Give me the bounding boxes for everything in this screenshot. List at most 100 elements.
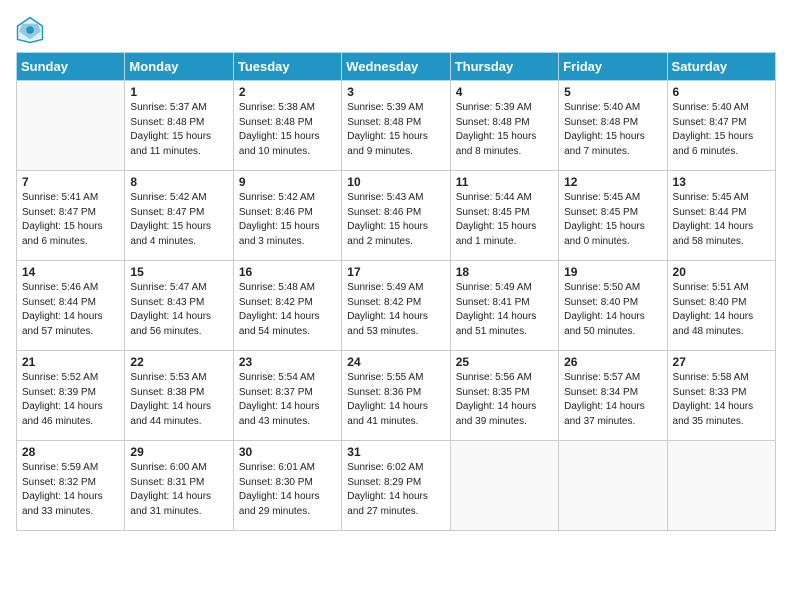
day-detail: Sunrise: 5:54 AMSunset: 8:37 PMDaylight:… bbox=[239, 371, 336, 429]
calendar-cell: 4 Sunrise: 5:39 AMSunset: 8:48 PMDaylight… bbox=[450, 81, 558, 171]
day-detail: Sunrise: 6:02 AMSunset: 8:29 PMDaylight:… bbox=[347, 461, 444, 519]
day-detail: Sunrise: 5:41 AMSunset: 8:47 PMDaylight:… bbox=[22, 191, 119, 249]
day-detail: Sunrise: 5:47 AMSunset: 8:43 PMDaylight:… bbox=[130, 281, 227, 339]
day-detail: Sunrise: 5:40 AMSunset: 8:48 PMDaylight:… bbox=[564, 101, 661, 159]
day-detail: Sunrise: 5:46 AMSunset: 8:44 PMDaylight:… bbox=[22, 281, 119, 339]
day-detail: Sunrise: 5:48 AMSunset: 8:42 PMDaylight:… bbox=[239, 281, 336, 339]
calendar-cell: 19 Sunrise: 5:50 AMSunset: 8:40 PMDayligh… bbox=[559, 261, 667, 351]
day-number: 25 bbox=[456, 355, 553, 369]
day-number: 28 bbox=[22, 445, 119, 459]
col-header-thursday: Thursday bbox=[450, 53, 558, 81]
day-number: 19 bbox=[564, 265, 661, 279]
day-detail: Sunrise: 5:45 AMSunset: 8:45 PMDaylight:… bbox=[564, 191, 661, 249]
calendar-cell: 17 Sunrise: 5:49 AMSunset: 8:42 PMDayligh… bbox=[342, 261, 450, 351]
day-detail: Sunrise: 5:53 AMSunset: 8:38 PMDaylight:… bbox=[130, 371, 227, 429]
calendar-cell bbox=[559, 441, 667, 531]
day-detail: Sunrise: 5:40 AMSunset: 8:47 PMDaylight:… bbox=[673, 101, 770, 159]
day-detail: Sunrise: 5:49 AMSunset: 8:42 PMDaylight:… bbox=[347, 281, 444, 339]
day-number: 17 bbox=[347, 265, 444, 279]
calendar-cell: 30 Sunrise: 6:01 AMSunset: 8:30 PMDayligh… bbox=[233, 441, 341, 531]
day-detail: Sunrise: 5:37 AMSunset: 8:48 PMDaylight:… bbox=[130, 101, 227, 159]
day-number: 24 bbox=[347, 355, 444, 369]
day-detail: Sunrise: 5:57 AMSunset: 8:34 PMDaylight:… bbox=[564, 371, 661, 429]
calendar-cell bbox=[17, 81, 125, 171]
calendar-cell: 9 Sunrise: 5:42 AMSunset: 8:46 PMDaylight… bbox=[233, 171, 341, 261]
day-number: 1 bbox=[130, 85, 227, 99]
logo-icon bbox=[16, 16, 44, 44]
calendar-table: SundayMondayTuesdayWednesdayThursdayFrid… bbox=[16, 52, 776, 531]
calendar-cell: 27 Sunrise: 5:58 AMSunset: 8:33 PMDayligh… bbox=[667, 351, 775, 441]
calendar-cell: 15Sunrise: 5:47 AMSunset: 8:43 PMDayligh… bbox=[125, 261, 233, 351]
calendar-week-3: 14 Sunrise: 5:46 AMSunset: 8:44 PMDayligh… bbox=[17, 261, 776, 351]
calendar-cell: 24 Sunrise: 5:55 AMSunset: 8:36 PMDayligh… bbox=[342, 351, 450, 441]
col-header-tuesday: Tuesday bbox=[233, 53, 341, 81]
day-number: 2 bbox=[239, 85, 336, 99]
day-number: 13 bbox=[673, 175, 770, 189]
day-number: 30 bbox=[239, 445, 336, 459]
day-number: 8 bbox=[130, 175, 227, 189]
day-detail: Sunrise: 5:50 AMSunset: 8:40 PMDaylight:… bbox=[564, 281, 661, 339]
day-number: 20 bbox=[673, 265, 770, 279]
day-number: 21 bbox=[22, 355, 119, 369]
calendar-cell: 28 Sunrise: 5:59 AMSunset: 8:32 PMDayligh… bbox=[17, 441, 125, 531]
calendar-cell: 6 Sunrise: 5:40 AMSunset: 8:47 PMDaylight… bbox=[667, 81, 775, 171]
day-detail: Sunrise: 5:42 AMSunset: 8:46 PMDaylight:… bbox=[239, 191, 336, 249]
day-number: 3 bbox=[347, 85, 444, 99]
calendar-cell: 3 Sunrise: 5:39 AMSunset: 8:48 PMDaylight… bbox=[342, 81, 450, 171]
calendar-cell: 18Sunrise: 5:49 AMSunset: 8:41 PMDayligh… bbox=[450, 261, 558, 351]
calendar-cell: 13 Sunrise: 5:45 AMSunset: 8:44 PMDayligh… bbox=[667, 171, 775, 261]
calendar-cell: 10 Sunrise: 5:43 AMSunset: 8:46 PMDayligh… bbox=[342, 171, 450, 261]
day-detail: Sunrise: 5:52 AMSunset: 8:39 PMDaylight:… bbox=[22, 371, 119, 429]
calendar-cell: 14 Sunrise: 5:46 AMSunset: 8:44 PMDayligh… bbox=[17, 261, 125, 351]
day-detail: Sunrise: 6:01 AMSunset: 8:30 PMDaylight:… bbox=[239, 461, 336, 519]
calendar-cell: 31 Sunrise: 6:02 AMSunset: 8:29 PMDayligh… bbox=[342, 441, 450, 531]
col-header-saturday: Saturday bbox=[667, 53, 775, 81]
calendar-cell: 8 Sunrise: 5:42 AMSunset: 8:47 PMDaylight… bbox=[125, 171, 233, 261]
day-detail: Sunrise: 5:39 AMSunset: 8:48 PMDaylight:… bbox=[347, 101, 444, 159]
calendar-week-4: 21 Sunrise: 5:52 AMSunset: 8:39 PMDayligh… bbox=[17, 351, 776, 441]
calendar-cell: 25 Sunrise: 5:56 AMSunset: 8:35 PMDayligh… bbox=[450, 351, 558, 441]
day-number: 29 bbox=[130, 445, 227, 459]
day-number: 9 bbox=[239, 175, 336, 189]
calendar-cell: 16 Sunrise: 5:48 AMSunset: 8:42 PMDayligh… bbox=[233, 261, 341, 351]
day-detail: Sunrise: 5:42 AMSunset: 8:47 PMDaylight:… bbox=[130, 191, 227, 249]
day-number: 5 bbox=[564, 85, 661, 99]
day-detail: Sunrise: 5:43 AMSunset: 8:46 PMDaylight:… bbox=[347, 191, 444, 249]
day-number: 16 bbox=[239, 265, 336, 279]
day-detail: Sunrise: 5:44 AMSunset: 8:45 PMDaylight:… bbox=[456, 191, 553, 249]
day-number: 7 bbox=[22, 175, 119, 189]
calendar-cell: 12 Sunrise: 5:45 AMSunset: 8:45 PMDayligh… bbox=[559, 171, 667, 261]
day-number: 4 bbox=[456, 85, 553, 99]
calendar-cell: 7 Sunrise: 5:41 AMSunset: 8:47 PMDaylight… bbox=[17, 171, 125, 261]
calendar-cell: 26 Sunrise: 5:57 AMSunset: 8:34 PMDayligh… bbox=[559, 351, 667, 441]
day-detail: Sunrise: 5:56 AMSunset: 8:35 PMDaylight:… bbox=[456, 371, 553, 429]
day-number: 23 bbox=[239, 355, 336, 369]
day-detail: Sunrise: 6:00 AMSunset: 8:31 PMDaylight:… bbox=[130, 461, 227, 519]
day-detail: Sunrise: 5:51 AMSunset: 8:40 PMDaylight:… bbox=[673, 281, 770, 339]
day-number: 10 bbox=[347, 175, 444, 189]
day-number: 14 bbox=[22, 265, 119, 279]
day-number: 6 bbox=[673, 85, 770, 99]
calendar-week-2: 7 Sunrise: 5:41 AMSunset: 8:47 PMDaylight… bbox=[17, 171, 776, 261]
day-detail: Sunrise: 5:39 AMSunset: 8:48 PMDaylight:… bbox=[456, 101, 553, 159]
calendar-week-5: 28 Sunrise: 5:59 AMSunset: 8:32 PMDayligh… bbox=[17, 441, 776, 531]
col-header-wednesday: Wednesday bbox=[342, 53, 450, 81]
calendar-cell: 20 Sunrise: 5:51 AMSunset: 8:40 PMDayligh… bbox=[667, 261, 775, 351]
day-detail: Sunrise: 5:59 AMSunset: 8:32 PMDaylight:… bbox=[22, 461, 119, 519]
day-number: 12 bbox=[564, 175, 661, 189]
day-detail: Sunrise: 5:58 AMSunset: 8:33 PMDaylight:… bbox=[673, 371, 770, 429]
calendar-cell: 5 Sunrise: 5:40 AMSunset: 8:48 PMDaylight… bbox=[559, 81, 667, 171]
calendar-cell bbox=[667, 441, 775, 531]
calendar-cell: 29 Sunrise: 6:00 AMSunset: 8:31 PMDayligh… bbox=[125, 441, 233, 531]
calendar-cell: 11Sunrise: 5:44 AMSunset: 8:45 PMDayligh… bbox=[450, 171, 558, 261]
day-number: 27 bbox=[673, 355, 770, 369]
calendar-cell: 2 Sunrise: 5:38 AMSunset: 8:48 PMDaylight… bbox=[233, 81, 341, 171]
day-number: 31 bbox=[347, 445, 444, 459]
day-detail: Sunrise: 5:55 AMSunset: 8:36 PMDaylight:… bbox=[347, 371, 444, 429]
logo bbox=[16, 16, 48, 44]
col-header-monday: Monday bbox=[125, 53, 233, 81]
day-detail: Sunrise: 5:45 AMSunset: 8:44 PMDaylight:… bbox=[673, 191, 770, 249]
day-detail: Sunrise: 5:38 AMSunset: 8:48 PMDaylight:… bbox=[239, 101, 336, 159]
day-number: 18 bbox=[456, 265, 553, 279]
day-number: 26 bbox=[564, 355, 661, 369]
